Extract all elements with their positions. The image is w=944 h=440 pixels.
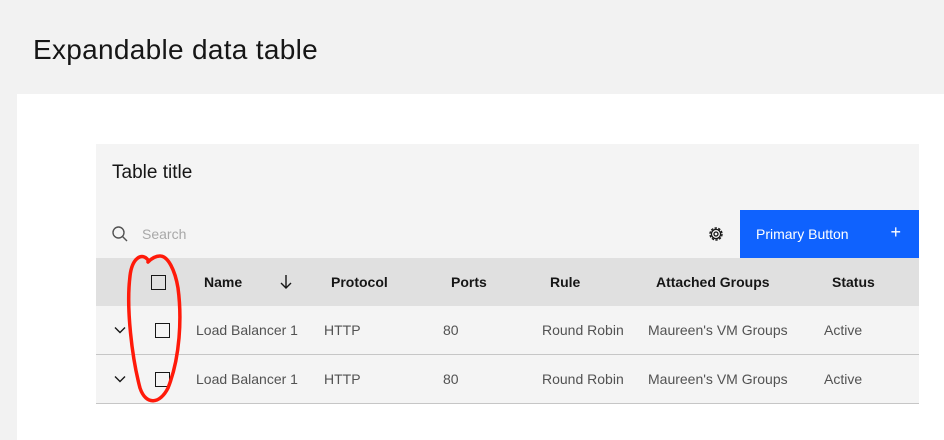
cell-protocol: HTTP xyxy=(324,322,361,338)
cell-status: Active xyxy=(824,371,863,387)
cell-name: Load Balancer 1 xyxy=(196,322,298,338)
table-header-row: Name Protocol Ports Rule Attached Groups… xyxy=(96,258,919,306)
column-header-attached-groups[interactable]: Attached Groups xyxy=(656,274,770,290)
search-icon xyxy=(112,226,128,242)
cell-attached-groups: Maureen's VM Groups xyxy=(648,371,788,387)
cell-attached-groups: Maureen's VM Groups xyxy=(648,322,788,338)
settings-icon[interactable] xyxy=(706,224,726,244)
chevron-down-icon[interactable] xyxy=(113,323,127,337)
chevron-down-icon[interactable] xyxy=(113,372,127,386)
primary-button[interactable]: Primary Button + xyxy=(740,210,919,258)
column-header-name[interactable]: Name xyxy=(204,274,242,290)
primary-button-label: Primary Button xyxy=(756,226,849,242)
cell-status: Active xyxy=(824,322,863,338)
row-checkbox[interactable] xyxy=(155,372,170,387)
column-header-protocol[interactable]: Protocol xyxy=(331,274,388,290)
cell-ports: 80 xyxy=(443,322,459,338)
cell-rule: Round Robin xyxy=(542,371,624,387)
table-title: Table title xyxy=(112,162,193,183)
table-row[interactable]: Load Balancer 1 HTTP 80 Round Robin Maur… xyxy=(96,306,919,355)
cell-ports: 80 xyxy=(443,371,459,387)
page-title: Expandable data table xyxy=(33,34,318,65)
search-input[interactable] xyxy=(142,222,442,246)
cell-name: Load Balancer 1 xyxy=(196,371,298,387)
column-header-ports[interactable]: Ports xyxy=(451,274,487,290)
row-checkbox[interactable] xyxy=(155,323,170,338)
cell-rule: Round Robin xyxy=(542,322,624,338)
table-row[interactable]: Load Balancer 1 HTTP 80 Round Robin Maur… xyxy=(96,355,919,404)
table-toolbar: Primary Button + xyxy=(96,210,919,258)
data-table-container: Table title Primary Button + Name Protoc… xyxy=(96,144,919,404)
column-header-status[interactable]: Status xyxy=(832,274,875,290)
column-header-rule[interactable]: Rule xyxy=(550,274,580,290)
plus-icon: + xyxy=(890,222,901,242)
select-all-checkbox[interactable] xyxy=(151,275,166,290)
sort-arrow-icon[interactable] xyxy=(278,272,294,292)
cell-protocol: HTTP xyxy=(324,371,361,387)
